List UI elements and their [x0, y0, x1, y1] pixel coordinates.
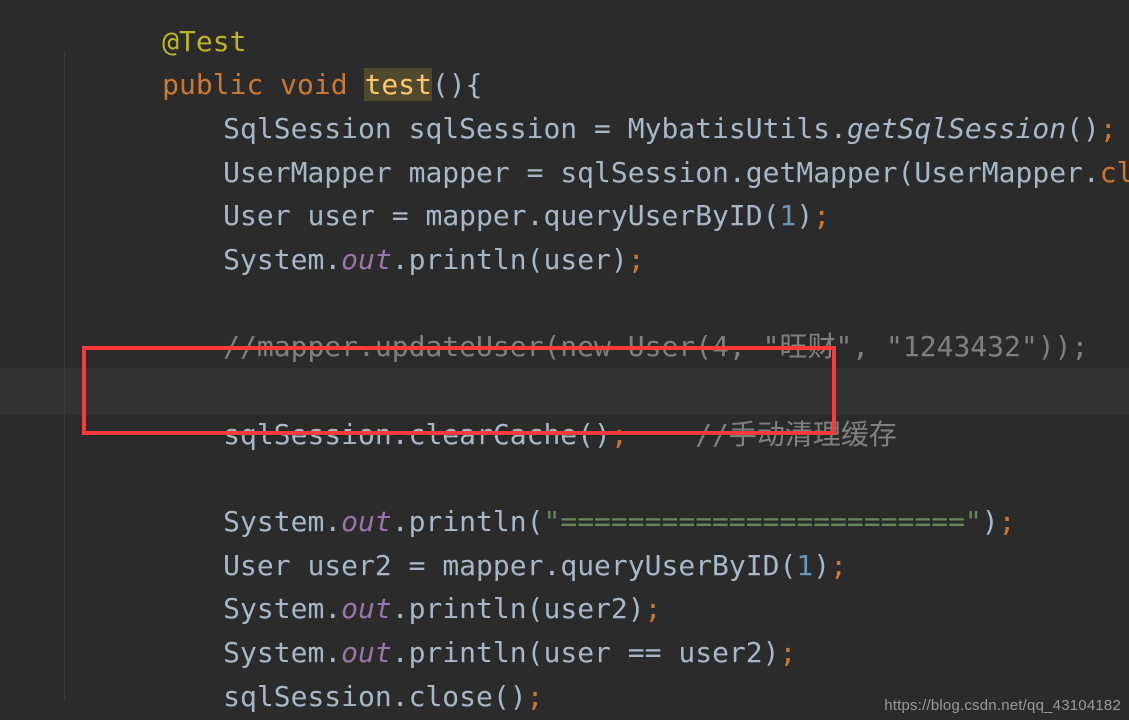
code-line-3[interactable]: SqlSession sqlSession = MybatisUtils.get…	[0, 63, 1129, 145]
punct-semicolon: ;	[610, 417, 628, 451]
code-line-8-comment[interactable]: //mapper.updateUser(new User(4, "旺财", "1…	[0, 281, 1129, 363]
code-line-4[interactable]: UserMapper mapper = sqlSession.getMapper…	[0, 107, 1129, 189]
token-field-out: out	[341, 242, 392, 276]
token-var-user: user	[543, 242, 611, 276]
code-line-16[interactable]: sqlSession.close();	[0, 631, 1129, 713]
code-text-area[interactable]: @Test public void test(){ SqlSession sql…	[0, 0, 1129, 720]
punct-dot: .	[324, 242, 342, 276]
token-method-clearcache: clearCache	[408, 417, 578, 451]
token-method-println: println	[408, 242, 527, 276]
code-line-13[interactable]: User user2 = mapper.queryUserByID(1);	[0, 500, 1129, 582]
punct-dot: .	[391, 242, 409, 276]
token-class-system: System	[223, 242, 325, 276]
code-line-10-clearcache[interactable]: sqlSession.clearCache(); //手动清理缓存	[0, 369, 1129, 451]
punct-semicolon: ;	[627, 242, 645, 276]
punct-parens: ()	[577, 417, 611, 451]
token-var-sqlsession: sqlSession	[223, 417, 392, 451]
code-line-14[interactable]: System.out.println(user2);	[0, 543, 1129, 625]
comment-clear-cache: //手动清理缓存	[695, 417, 897, 451]
punct-paren-open: (	[526, 242, 544, 276]
code-line-2[interactable]: public void test(){	[0, 19, 1129, 101]
code-line-15[interactable]: System.out.println(user == user2);	[0, 587, 1129, 669]
code-line-12-divider[interactable]: System.out.println("====================…	[0, 456, 1129, 538]
code-line-1[interactable]: @Test	[0, 0, 1129, 58]
punct-paren-close: )	[610, 242, 628, 276]
code-editor-screenshot: @Test public void test(){ SqlSession sql…	[0, 0, 1129, 720]
watermark-url: https://blog.csdn.net/qq_43104182	[884, 697, 1121, 714]
comment-update-user: //mapper.updateUser(new User(4, "旺财", "1…	[223, 329, 1089, 363]
punct-dot: .	[391, 417, 409, 451]
code-line-5[interactable]: User user = mapper.queryUserByID(1);	[0, 150, 1129, 232]
code-line-6[interactable]: System.out.println(user);	[0, 194, 1129, 276]
